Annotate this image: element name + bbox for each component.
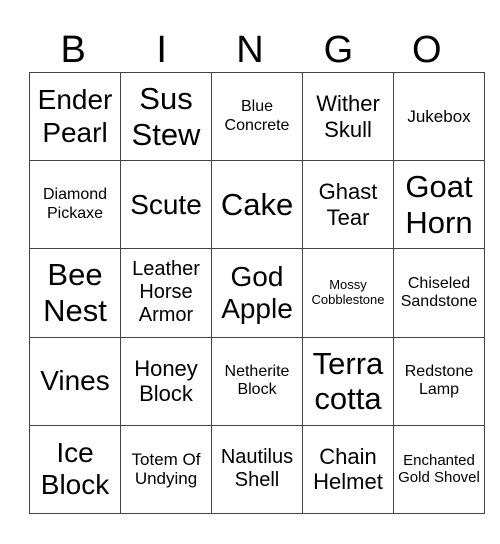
bingo-cell[interactable]: Enchanted Gold Shovel [393,424,485,515]
bingo-cell[interactable]: Redstone Lamp [393,336,485,426]
bingo-cell[interactable]: Totem Of Undying [120,424,212,515]
bingo-cell[interactable]: Nautilus Shell [211,424,303,515]
bingo-cell[interactable]: Bee Nest [29,248,121,338]
grid-row: Ice Block Totem Of Undying Nautilus Shel… [29,424,485,515]
bingo-cell[interactable]: Honey Block [120,336,212,426]
bingo-cell[interactable]: Ghast Tear [302,160,394,250]
header-letter-n: N [236,29,264,71]
bingo-cell[interactable]: Vines [29,336,121,426]
bingo-cell[interactable]: Wither Skull [302,71,394,162]
bingo-grid: Ender Pearl Sus Stew Blue Concrete Withe… [29,71,485,515]
header-letter-i: I [156,29,167,71]
grid-row: Vines Honey Block Netherite Block Terra … [29,336,485,426]
bingo-cell[interactable]: Ender Pearl [29,71,121,162]
bingo-cell[interactable]: Terra cotta [302,336,394,426]
bingo-cell[interactable]: Jukebox [393,71,485,162]
bingo-cell[interactable]: God Apple [211,248,303,338]
grid-row: Bee Nest Leather Horse Armor God Apple M… [29,248,485,338]
bingo-cell[interactable]: Diamond Pickaxe [29,160,121,250]
bingo-cell[interactable]: Sus Stew [120,71,212,162]
bingo-cell[interactable]: Scute [120,160,212,250]
bingo-cell[interactable]: Netherite Block [211,336,303,426]
header-letter-g: G [323,29,354,71]
bingo-cell[interactable]: Mossy Cobblestone [302,248,394,338]
bingo-cell[interactable]: Leather Horse Armor [120,248,212,338]
header-letter-o: O [412,29,442,71]
bingo-cell[interactable]: Ice Block [29,424,121,515]
grid-row: Ender Pearl Sus Stew Blue Concrete Withe… [29,71,485,162]
bingo-cell[interactable]: Chiseled Sandstone [393,248,485,338]
bingo-cell[interactable]: Chain Helmet [302,424,394,515]
bingo-cell[interactable]: Blue Concrete [211,71,303,162]
grid-row: Diamond Pickaxe Scute Cake Ghast Tear Go… [29,160,485,250]
header-letter-b: B [60,29,86,71]
bingo-cell[interactable]: Cake [211,160,303,250]
bingo-cell[interactable]: Goat Horn [393,160,485,250]
bingo-header: B I N G O [29,28,471,72]
